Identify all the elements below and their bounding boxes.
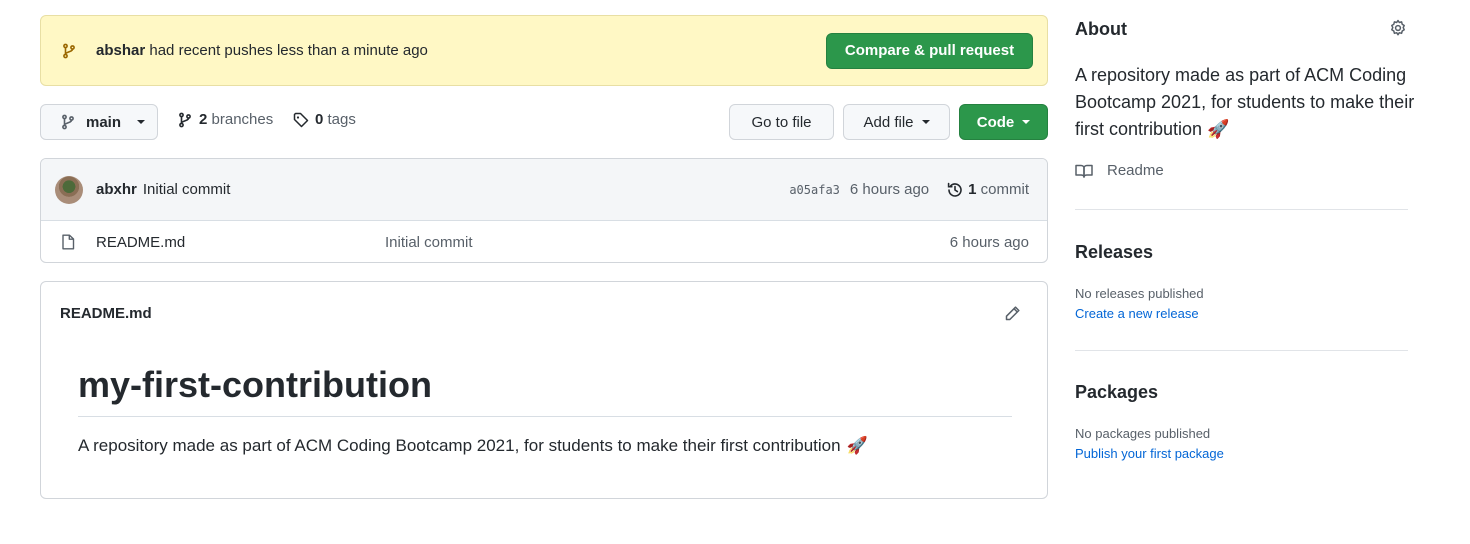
recent-push-banner: abshar had recent pushes less than a min… [40,15,1048,86]
push-user[interactable]: abshar [96,42,145,59]
git-branch-icon [61,43,77,59]
tag-icon [293,112,309,128]
git-branch-icon [177,112,193,128]
releases-title[interactable]: Releases [1075,242,1153,263]
rocket-emoji: 🚀 [846,436,868,455]
commit-count-label: commit [980,181,1029,198]
go-to-file-label: Go to file [751,113,812,131]
divider [1075,350,1408,351]
branch-select-button[interactable]: main [40,104,158,140]
readme-filename[interactable]: README.md [60,305,152,322]
add-file-label: Add file [863,113,914,131]
tags-link[interactable]: 0 tags [293,111,356,128]
tags-count: 0 [315,111,324,128]
readme-body-text: A repository made as part of ACM Coding … [78,436,841,455]
file-list: abxhr Initial commit a05afa3 6 hours ago… [40,158,1048,263]
about-description: A repository made as part of ACM Coding … [1075,62,1415,143]
packages-empty-text: No packages published [1075,426,1211,441]
about-description-text: A repository made as part of ACM Coding … [1075,65,1415,139]
commit-sha[interactable]: a05afa3 [789,183,840,197]
readme-body: A repository made as part of ACM Coding … [78,436,868,456]
recent-push-text: abshar had recent pushes less than a min… [96,42,826,59]
add-file-button[interactable]: Add file [843,104,950,140]
git-branch-icon [60,114,76,130]
branches-count: 2 [199,111,208,128]
compare-pull-request-button[interactable]: Compare & pull request [826,32,1033,69]
latest-commit-row: abxhr Initial commit a05afa3 6 hours ago… [41,159,1047,221]
file-icon [61,234,76,250]
branches-label: branches [211,111,274,128]
readme-heading: my-first-contribution [78,364,1012,417]
code-button[interactable]: Code [959,104,1048,140]
commit-count-link[interactable]: 1 commit [946,181,1029,199]
create-release-link[interactable]: Create a new release [1075,306,1199,321]
code-label: Code [976,113,1015,131]
history-icon [946,181,964,199]
readme-header: README.md [41,282,1047,344]
chevron-down-icon [137,120,146,124]
readme-panel: README.md my-first-contribution A reposi… [40,281,1048,499]
go-to-file-button[interactable]: Go to file [729,104,834,140]
branches-link[interactable]: 2 branches [177,111,273,128]
file-commit-message[interactable]: Initial commit [385,234,950,251]
about-title: About [1075,19,1127,39]
file-name[interactable]: README.md [96,234,385,251]
readme-link-label: Readme [1107,162,1164,179]
commit-count: 1 [968,181,977,198]
chevron-down-icon [1022,120,1031,124]
packages-title[interactable]: Packages [1075,382,1158,403]
chevron-down-icon [921,120,930,124]
releases-empty-text: No releases published [1075,286,1204,301]
push-message: had recent pushes less than a minute ago [149,42,428,59]
pencil-icon[interactable] [1004,305,1021,322]
branch-name: main [86,113,122,131]
commit-message[interactable]: Initial commit [143,181,789,198]
commit-time: 6 hours ago [849,181,930,198]
commit-author[interactable]: abxhr [96,181,137,198]
divider [1075,209,1408,210]
file-row[interactable]: README.md Initial commit 6 hours ago [41,221,1047,262]
book-icon [1075,163,1093,179]
publish-package-link[interactable]: Publish your first package [1075,446,1224,461]
readme-link[interactable]: Readme [1075,162,1164,179]
rocket-emoji: 🚀 [1207,119,1230,139]
file-age: 6 hours ago [949,233,1029,251]
tags-label: tags [327,111,356,128]
avatar[interactable] [55,175,83,204]
gear-icon[interactable] [1389,19,1407,37]
